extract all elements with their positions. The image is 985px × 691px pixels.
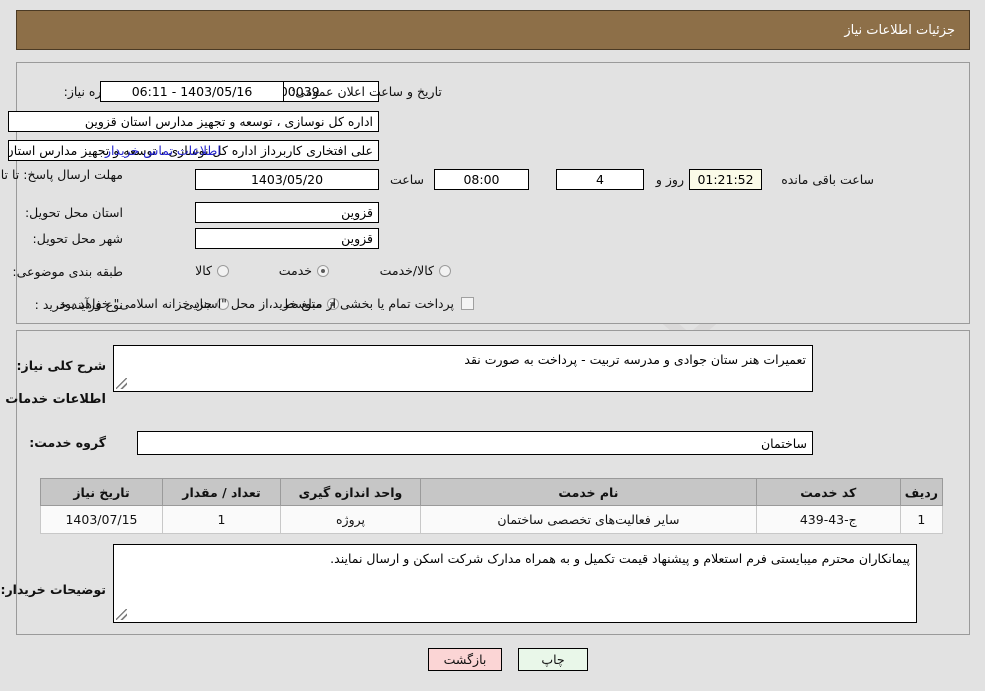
radio-label-kala-khedmat: کالا/خدمت (380, 263, 435, 278)
textarea-need-description[interactable]: تعمیرات هنر ستان جوادی و مدرسه تربیت - پ… (114, 345, 814, 392)
buyer-contact-link[interactable]: اطلاعات تماس خریدار (106, 143, 222, 158)
th-unit: واحد اندازه گیری (281, 478, 422, 506)
field-countdown: 01:21:52 (690, 169, 763, 190)
radio-category-khedmat[interactable]: خدمت (280, 263, 330, 278)
heading-services-info: اطلاعات خدمات مورد نیاز (0, 392, 107, 407)
checkbox-treasury-docs[interactable]: پرداخت تمام یا بخشی از مبلغ خرید،از محل … (56, 296, 475, 311)
radio-label-khedmat: خدمت (279, 263, 313, 278)
label-buyer-notes: توضیحات خریدار: (1, 582, 107, 597)
th-quantity: تعداد / مقدار (163, 478, 282, 506)
radio-dot-khedmat (318, 264, 330, 277)
cell-quantity: 1 (163, 505, 282, 534)
field-deadline-date[interactable]: 1403/05/20 (196, 169, 380, 190)
label-need-description: شرح کلی نیاز: (17, 358, 107, 373)
services-table: ردیف کد خدمت نام خدمت واحد اندازه گیری ت… (41, 478, 945, 534)
page-title: جزئیات اطلاعات نیاز (845, 22, 956, 38)
radio-dot-kala-khedmat (440, 264, 452, 277)
label-city: شهر محل تحویل: (33, 231, 124, 246)
radio-dot-kala (218, 264, 230, 277)
field-buyer-org[interactable]: اداره کل نوسازی ، توسعه و تجهیز مدارس اس… (9, 111, 380, 132)
label-remaining-hours: ساعت باقی مانده (782, 172, 875, 187)
field-remaining-days[interactable]: 4 (557, 169, 645, 190)
cell-need-date: 1403/07/15 (41, 505, 164, 534)
field-announce-datetime[interactable]: 1403/05/16 - 06:11 (101, 81, 285, 102)
label-hour: ساعت (390, 172, 425, 187)
services-table-wrapper: ردیف کد خدمت نام خدمت واحد اندازه گیری ت… (41, 478, 945, 534)
checkbox-label-treasury: پرداخت تمام یا بخشی از مبلغ خرید،از محل … (56, 296, 455, 311)
field-service-group[interactable]: ساختمان (138, 431, 814, 455)
textarea-buyer-notes[interactable]: پیمانکاران محترم میبایستی فرم استعلام و … (114, 544, 918, 623)
cell-service-name: سایر فعالیت‌های تخصصی ساختمان (421, 505, 758, 534)
cell-service-code: ج-43-439 (756, 505, 902, 534)
cell-unit: پروژه (281, 505, 422, 534)
th-service-code: کد خدمت (756, 478, 902, 506)
label-province: استان محل تحویل: (25, 205, 124, 220)
label-days: روز و (656, 172, 685, 187)
radio-category-kala[interactable]: کالا (196, 263, 230, 278)
back-button[interactable]: بازگشت (429, 648, 503, 671)
page-root: AriaTender.net جزئیات اطلاعات نیاز شماره… (0, 0, 985, 691)
label-announce-datetime: تاریخ و ساعت اعلان عمومی: (292, 84, 443, 99)
field-city[interactable]: قزوین (196, 228, 380, 249)
table-row: 1 ج-43-439 سایر فعالیت‌های تخصصی ساختمان… (41, 505, 945, 534)
radio-label-kala: کالا (196, 263, 213, 278)
th-service-name: نام خدمت (421, 478, 758, 506)
label-category: طبقه بندی موضوعی: (13, 264, 124, 279)
field-deadline-time[interactable]: 08:00 (435, 169, 530, 190)
page-header: جزئیات اطلاعات نیاز (17, 10, 971, 50)
checkbox-box-treasury (462, 297, 475, 310)
label-service-group: گروه خدمت: (30, 435, 107, 450)
radio-category-kala-khedmat[interactable]: کالا/خدمت (381, 263, 452, 278)
th-need-date: تاریخ نیاز (41, 478, 164, 506)
cell-row-index: 1 (900, 505, 945, 534)
table-header-row: ردیف کد خدمت نام خدمت واحد اندازه گیری ت… (41, 478, 945, 506)
field-province[interactable]: قزوین (196, 202, 380, 223)
label-deadline: مهلت ارسال پاسخ: تا تاریخ: (0, 167, 124, 182)
th-row-index: ردیف (900, 478, 945, 506)
print-button[interactable]: چاپ (519, 648, 589, 671)
